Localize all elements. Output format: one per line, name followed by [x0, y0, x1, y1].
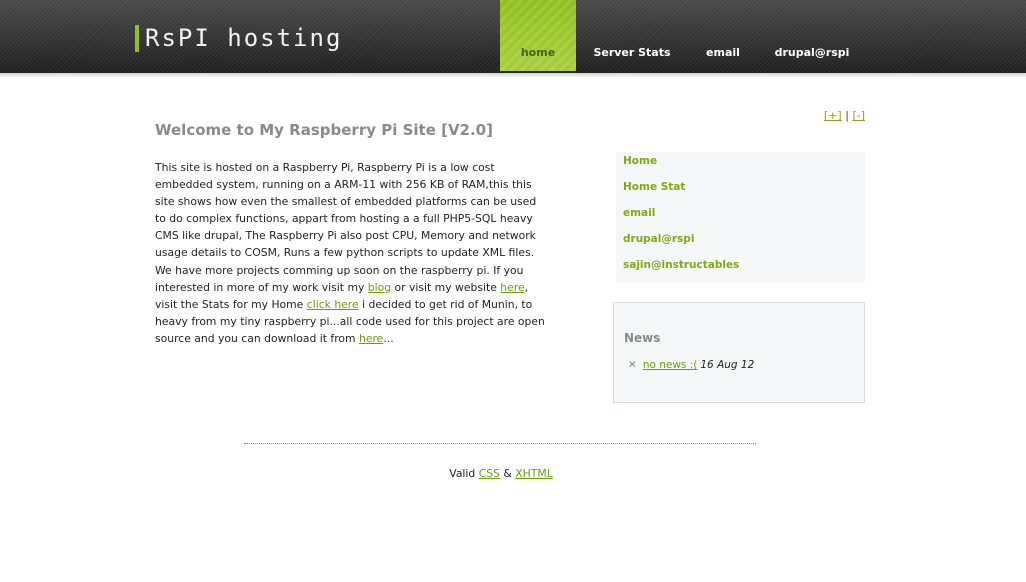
footer: Valid CSS & XHTML: [0, 467, 1002, 480]
download-link[interactable]: here: [359, 332, 383, 345]
valid-css-link[interactable]: CSS: [479, 467, 500, 480]
news-title: News: [624, 331, 661, 345]
increase-text-size-button[interactable]: [+]: [824, 109, 842, 122]
nav-server-stats[interactable]: Server Stats: [590, 0, 674, 71]
news-panel: News ✕ no news :(16 Aug 12: [613, 302, 865, 403]
nav-home[interactable]: home: [500, 0, 576, 71]
website-link[interactable]: here: [500, 281, 524, 294]
sidebar-item-home-stat[interactable]: Home Stat: [623, 181, 685, 193]
sidebar-menu: Home Home Stat email drupal@rspi sajin@i…: [616, 152, 865, 282]
sidebar-item-drupal[interactable]: drupal@rspi: [623, 233, 694, 245]
intro-text: This site is hosted on a Raspberry Pi, R…: [155, 161, 537, 294]
footer-amp: &: [503, 467, 512, 480]
news-link[interactable]: no news :(: [643, 359, 698, 371]
nav-email[interactable]: email: [700, 0, 746, 71]
text-size-controls: [+] | [-]: [824, 109, 865, 122]
page-title: Welcome to My Raspberry Pi Site [V2.0]: [155, 121, 493, 139]
decrease-text-size-button[interactable]: [-]: [852, 109, 865, 122]
news-item: ✕ no news :(16 Aug 12: [628, 359, 754, 371]
header-shadow: [0, 73, 1026, 77]
footer-divider: [244, 443, 756, 444]
intro-text: ...: [383, 331, 394, 345]
sidebar-item-email[interactable]: email: [623, 207, 655, 219]
intro-text: or visit my website: [391, 280, 501, 294]
valid-xhtml-link[interactable]: XHTML: [515, 467, 552, 480]
intro-paragraph: This site is hosted on a Raspberry Pi, R…: [155, 159, 550, 347]
close-icon: ✕: [628, 359, 637, 371]
site-logo[interactable]: RsPI hosting: [145, 24, 342, 52]
sidebar-item-home[interactable]: Home: [623, 155, 657, 167]
brand-accent-bar: [135, 25, 139, 52]
sidebar-item-instructables[interactable]: sajin@instructables: [623, 259, 739, 271]
size-separator: |: [845, 109, 849, 122]
home-stats-link[interactable]: click here: [307, 298, 359, 311]
nav-drupal[interactable]: drupal@rspi: [772, 0, 852, 71]
news-date: 16 Aug 12: [700, 359, 755, 371]
footer-prefix: Valid: [449, 467, 476, 480]
blog-link[interactable]: blog: [368, 281, 391, 294]
